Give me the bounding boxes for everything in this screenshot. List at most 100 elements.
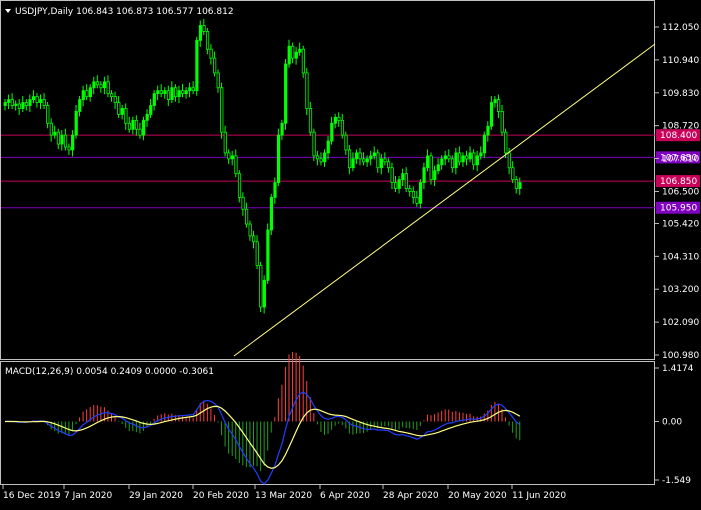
- candle-body: [10, 99, 14, 106]
- candle-body: [209, 48, 213, 59]
- price-tick-label: 100.980: [662, 351, 699, 361]
- macd-tick-label: 1.4174: [662, 364, 694, 374]
- candle-body: [205, 31, 210, 50]
- candle-body: [486, 125, 490, 136]
- candle-body: [170, 87, 174, 100]
- candle-body: [472, 152, 476, 166]
- candle-body: [127, 122, 132, 130]
- candle-body: [63, 134, 68, 148]
- candle-body: [514, 179, 519, 189]
- candle-body: [78, 99, 82, 112]
- price-tick-label: 103.200: [662, 285, 699, 295]
- candle-body: [323, 152, 327, 163]
- candle-body: [326, 140, 330, 154]
- candle-body: [244, 208, 249, 225]
- candle-body: [173, 87, 178, 98]
- candle-body: [159, 90, 163, 95]
- candle-body: [32, 96, 36, 100]
- candle-body: [237, 173, 242, 198]
- candle-body: [220, 87, 224, 133]
- time-tick-label: 20 May 2020: [448, 491, 507, 501]
- candle-body: [252, 235, 256, 243]
- candle-body: [117, 102, 121, 115]
- candle-body: [3, 102, 7, 106]
- candle-body: [14, 103, 18, 106]
- candle-body: [429, 155, 433, 180]
- candle-body: [163, 90, 167, 95]
- candle-body: [99, 84, 103, 89]
- candle-body: [266, 229, 270, 281]
- candle-body: [177, 90, 181, 98]
- candle-body: [46, 105, 50, 124]
- price-chart: USDJPY,Daily 106.843 106.873 106.577 106…: [0, 0, 701, 506]
- candle-body: [468, 152, 472, 160]
- candle-body: [142, 119, 146, 136]
- chart-window: USDJPY,Daily 106.843 106.873 106.577 106…: [0, 0, 701, 506]
- candle-body: [433, 170, 437, 180]
- candle-body: [138, 128, 142, 136]
- candle-body: [291, 45, 295, 59]
- candle-body: [298, 48, 302, 53]
- candle-body: [21, 102, 25, 109]
- candle-body: [195, 39, 199, 92]
- candle-body: [198, 25, 203, 41]
- candle-body: [230, 155, 234, 160]
- candle-body: [56, 131, 61, 145]
- time-tick-label: 20 Feb 2020: [193, 491, 249, 501]
- candle-body: [447, 155, 451, 160]
- candle-body: [507, 152, 511, 169]
- candle-body: [202, 25, 206, 32]
- candle-body: [95, 81, 100, 86]
- candle-body: [330, 122, 334, 142]
- price-tick-label: 102.090: [662, 318, 699, 328]
- candle-body: [315, 155, 320, 160]
- candle-body: [53, 131, 57, 136]
- candle-body: [227, 152, 231, 160]
- candle-body: [489, 102, 494, 127]
- macd-header: MACD(12,26,9) 0.0054 0.2409 0.0000 -0.30…: [5, 367, 214, 377]
- candle-body: [156, 90, 160, 95]
- candle-body: [120, 108, 124, 115]
- candle-body: [134, 119, 139, 130]
- price-tick-label: 105.420: [662, 219, 699, 229]
- level-tag-label: 108.400: [660, 131, 697, 141]
- candle-body: [340, 119, 345, 136]
- candle-body: [92, 81, 96, 89]
- candle-body: [465, 155, 469, 160]
- candle-body: [124, 108, 128, 124]
- candle-body: [234, 155, 238, 175]
- candle-body: [493, 99, 497, 103]
- candle-body: [401, 173, 405, 180]
- candle-body: [184, 90, 188, 95]
- time-tick-label: 11 Jun 2020: [512, 491, 566, 501]
- candle-body: [344, 134, 348, 151]
- candle-body: [35, 96, 39, 103]
- candle-body: [269, 196, 274, 231]
- candle-body: [181, 90, 185, 95]
- candle-body: [305, 72, 309, 109]
- candle-body: [436, 164, 440, 172]
- candle-body: [24, 102, 29, 106]
- candle-body: [415, 196, 419, 204]
- candle-body: [504, 131, 508, 154]
- candle-body: [248, 223, 252, 237]
- candle-body: [450, 158, 455, 169]
- candle-body: [500, 111, 504, 133]
- candle-body: [60, 134, 64, 145]
- candle-body: [49, 122, 53, 136]
- candle-body: [259, 265, 263, 308]
- candle-body: [347, 149, 352, 169]
- candle-body: [394, 182, 398, 189]
- price-tick-label: 107.610: [662, 155, 699, 165]
- candle-body: [71, 134, 75, 151]
- time-tick-label: 29 Jan 2020: [129, 491, 183, 501]
- price-tick-label: 106.500: [662, 187, 699, 197]
- time-tick-label: 6 Apr 2020: [320, 491, 370, 501]
- candle-body: [216, 72, 220, 89]
- candle-body: [369, 155, 373, 160]
- candle-body: [383, 158, 387, 163]
- candle-body: [262, 279, 266, 308]
- candle-body: [110, 93, 114, 98]
- candle-body: [497, 99, 501, 112]
- candle-body: [461, 155, 465, 163]
